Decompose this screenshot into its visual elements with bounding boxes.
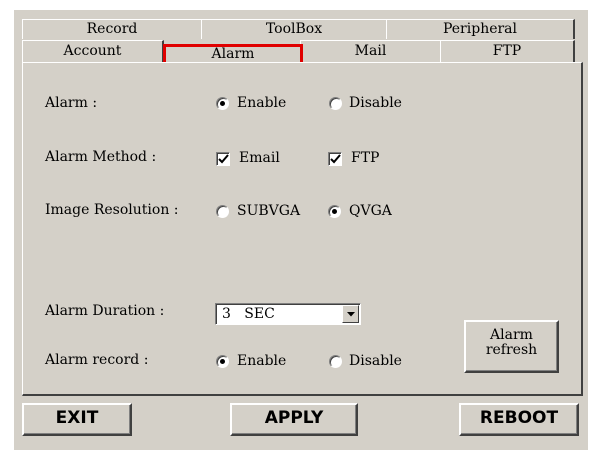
alarm-settings-panel: Alarm : Enable Disable Alarm Method : Em…: [22, 62, 583, 396]
subvga-label[interactable]: SUBVGA: [237, 203, 300, 219]
radio-dot-icon: [220, 359, 225, 364]
alarm-disable-label[interactable]: Disable: [349, 95, 402, 111]
tab-toolbox[interactable]: ToolBox: [201, 19, 388, 39]
alarm-record-disable-label[interactable]: Disable: [349, 353, 402, 369]
reboot-button[interactable]: REBOOT: [459, 403, 579, 436]
alarm-enable-radio[interactable]: [216, 97, 229, 110]
alarm-duration-value: 3 SEC: [222, 306, 275, 322]
radio-dot-icon: [332, 209, 337, 214]
alarm-duration-select[interactable]: 3 SEC: [215, 303, 361, 325]
triangle-down-icon: [347, 312, 355, 317]
exit-button[interactable]: EXIT: [22, 403, 132, 436]
alarm-enable-label[interactable]: Enable: [237, 95, 286, 111]
alarm-refresh-button[interactable]: Alarm refresh: [464, 320, 559, 373]
tab-mail[interactable]: Mail: [300, 40, 442, 62]
radio-dot-icon: [220, 101, 225, 106]
alarm-record-enable-radio[interactable]: [216, 355, 229, 368]
alarm-record-enable-label[interactable]: Enable: [237, 353, 286, 369]
alarm-refresh-label-line2: refresh: [485, 342, 538, 358]
email-checkbox-label[interactable]: Email: [239, 150, 280, 166]
subvga-radio[interactable]: [216, 205, 229, 218]
alarm-record-disable-radio[interactable]: [329, 355, 342, 368]
qvga-label[interactable]: QVGA: [349, 203, 392, 219]
alarm-record-label: Alarm record :: [45, 352, 149, 368]
dropdown-button[interactable]: [342, 305, 359, 323]
qvga-radio[interactable]: [328, 205, 341, 218]
alarm-refresh-label-line1: Alarm: [490, 327, 533, 343]
alarm-duration-label: Alarm Duration :: [45, 303, 165, 319]
settings-window: Record ToolBox Peripheral Account Mail F…: [14, 10, 588, 450]
tab-record[interactable]: Record: [22, 19, 203, 39]
tab-ftp[interactable]: FTP: [440, 40, 575, 62]
ftp-checkbox[interactable]: [328, 152, 342, 166]
checkmark-icon: [218, 154, 229, 164]
email-checkbox[interactable]: [216, 152, 230, 166]
image-resolution-label: Image Resolution :: [45, 202, 179, 218]
alarm-disable-radio[interactable]: [329, 97, 342, 110]
checkmark-icon: [330, 154, 341, 164]
apply-button[interactable]: APPLY: [230, 403, 358, 436]
alarm-label: Alarm :: [45, 95, 98, 111]
alarm-method-label: Alarm Method :: [45, 149, 157, 165]
ftp-checkbox-label[interactable]: FTP: [351, 150, 379, 166]
tab-peripheral[interactable]: Peripheral: [386, 19, 575, 39]
tab-account[interactable]: Account: [22, 40, 164, 62]
